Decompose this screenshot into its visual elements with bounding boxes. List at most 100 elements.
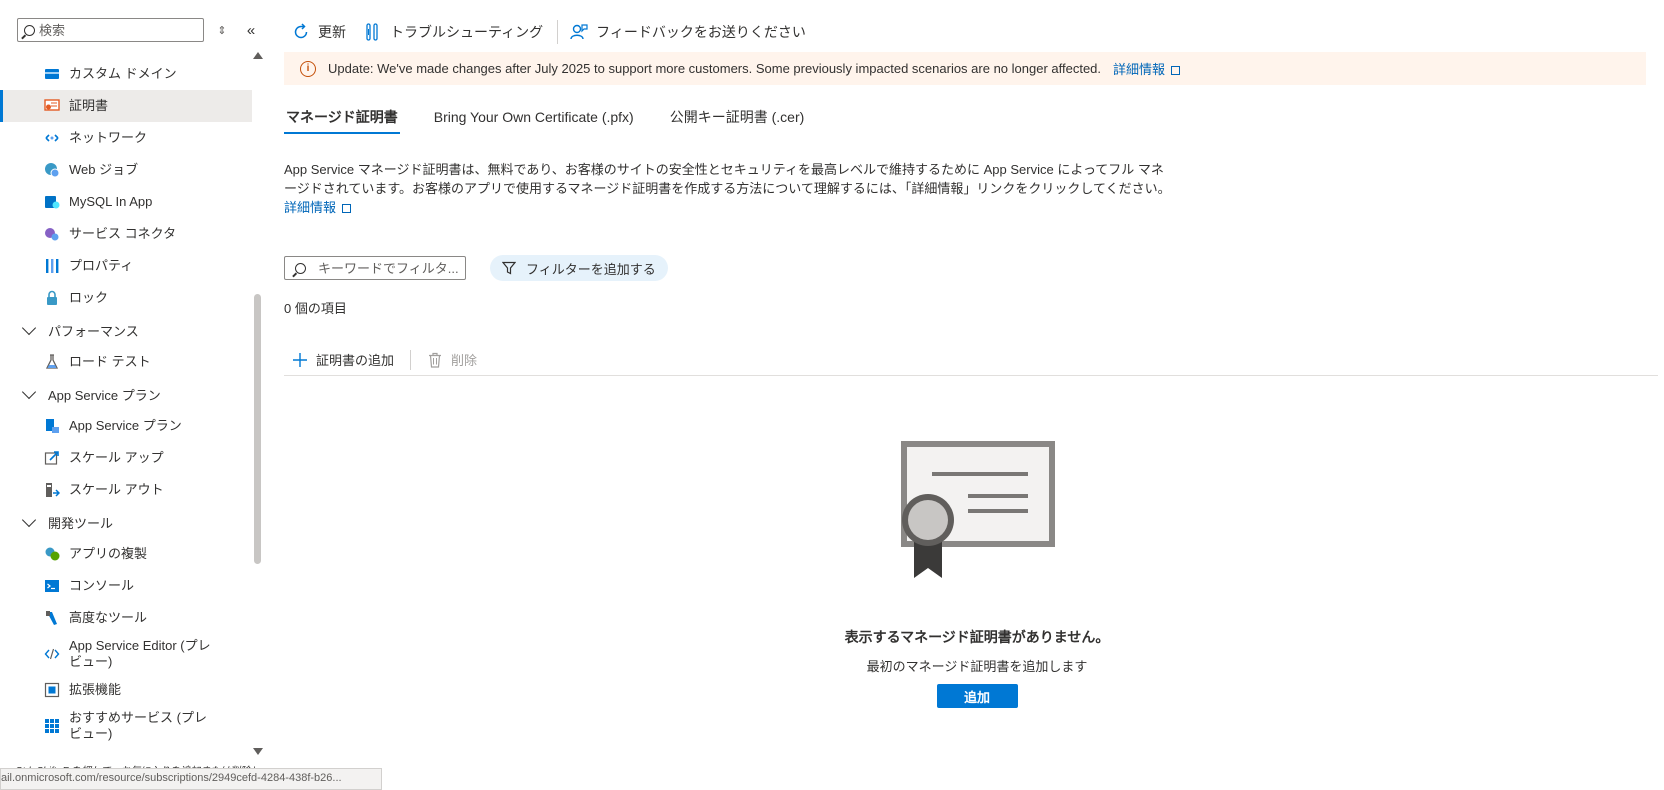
tab-bring-your-own-certificate[interactable]: Bring Your Own Certificate (.pfx) <box>432 100 636 134</box>
keyword-filter-box[interactable] <box>284 256 468 280</box>
tab-managed-certificates[interactable]: マネージド証明書 <box>284 100 400 134</box>
command-toolbar: 更新 トラブルシューティング フィードバックをお送りください <box>284 16 816 48</box>
menu-group-app-service-plan[interactable]: App Service プラン <box>0 378 252 410</box>
keyword-filter-input[interactable] <box>318 260 468 276</box>
menu-group-performance[interactable]: パフォーマンス <box>0 314 252 346</box>
menu-group-label: App Service プラン <box>48 387 161 403</box>
menu-item-label: App Service プラン <box>69 418 182 433</box>
troubleshoot-label: トラブルシューティング <box>390 24 544 40</box>
add-certificate-label: 証明書の追加 <box>316 353 395 368</box>
menu-item-label: ロック <box>69 290 109 305</box>
custom-domain-icon <box>44 66 60 82</box>
menu-search-box[interactable] <box>17 18 204 42</box>
menu-group-label: 開発ツール <box>48 515 114 531</box>
menu-item-app-service-plan[interactable]: App Service プラン <box>0 410 252 442</box>
external-link-icon <box>1171 66 1181 75</box>
external-link-icon <box>342 204 352 213</box>
menu-search-input[interactable] <box>39 22 189 38</box>
webjobs-icon <box>44 162 60 178</box>
troubleshoot-button[interactable]: トラブルシューティング <box>356 16 553 48</box>
lock-icon <box>44 290 60 306</box>
menu-item-label: アプリの複製 <box>69 546 148 561</box>
resource-menu-sidebar: ⇕ « カスタム ドメイン 証明書 <box>0 0 263 790</box>
menu-item-lock[interactable]: ロック <box>0 282 252 314</box>
menu-item-label: 高度なツール <box>69 610 148 625</box>
banner-learn-more-link[interactable]: 詳細情報 <box>1113 59 1181 78</box>
refresh-button[interactable]: 更新 <box>284 16 356 48</box>
extensions-icon <box>44 682 60 698</box>
menu-item-network[interactable]: ネットワーク <box>0 122 252 154</box>
menu-item-label: サービス コネクタ <box>69 226 177 241</box>
item-count: 0 個の項目 <box>284 301 347 316</box>
menu-item-load-test[interactable]: ロード テスト <box>0 346 252 378</box>
menu-item-label: ロード テスト <box>69 354 151 369</box>
menu-group-dev-tools[interactable]: 開発ツール <box>0 506 252 538</box>
feedback-person-icon <box>570 23 588 41</box>
menu-item-properties[interactable]: プロパティ <box>0 250 252 282</box>
menu-item-label: Web ジョブ <box>69 162 139 177</box>
refresh-label: 更新 <box>318 24 346 40</box>
scroll-down-arrow-icon[interactable] <box>253 748 263 755</box>
network-icon <box>44 130 60 146</box>
tab-label: Bring Your Own Certificate (.pfx) <box>433 109 634 125</box>
resource-menu: カスタム ドメイン 証明書 ネットワーク Web ジョブ MySQL In Ap… <box>0 58 252 746</box>
properties-icon <box>44 258 60 274</box>
menu-item-label: ネットワーク <box>69 130 148 145</box>
certificate-command-bar: 証明書の追加 削除 <box>284 344 1658 376</box>
menu-item-service-connector[interactable]: サービス コネクタ <box>0 218 252 250</box>
add-filter-button[interactable]: フィルターを追加する <box>490 255 668 281</box>
menu-item-label: カスタム ドメイン <box>69 66 177 81</box>
plus-icon <box>292 352 308 368</box>
menu-item-extensions[interactable]: 拡張機能 <box>0 674 252 706</box>
add-certificate-button[interactable]: 証明書の追加 <box>284 346 402 374</box>
menu-item-label: プロパティ <box>69 258 134 273</box>
app-service-plan-icon <box>44 418 60 434</box>
info-icon: i <box>300 60 316 77</box>
managed-certificate-description: App Service マネージド証明書は、無料であり、お客様のサイトの安全性と… <box>284 160 1174 217</box>
scrollbar-thumb[interactable] <box>254 294 261 564</box>
clone-app-icon <box>44 546 60 562</box>
scale-up-icon <box>44 450 60 466</box>
toolbar-divider <box>557 20 559 44</box>
delete-label: 削除 <box>451 353 478 368</box>
menu-item-advanced-tools[interactable]: 高度なツール <box>0 602 252 634</box>
menu-item-label: App Service Editor (プレビュー) <box>69 638 211 669</box>
menu-item-mysql[interactable]: MySQL In App <box>0 186 252 218</box>
mysql-icon <box>44 194 60 210</box>
feedback-button[interactable]: フィードバックをお送りください <box>562 16 816 48</box>
menu-item-label: MySQL In App <box>69 194 153 209</box>
empty-state: 表示するマネージド証明書がありません。 最初のマネージド証明書を追加します 追加 <box>284 440 1664 708</box>
certificate-icon <box>44 98 60 114</box>
menu-item-scale-out[interactable]: スケール アウト <box>0 474 252 506</box>
scale-out-icon <box>44 482 60 498</box>
menu-item-webjobs[interactable]: Web ジョブ <box>0 154 252 186</box>
banner-link-label: 詳細情報 <box>1113 62 1166 77</box>
menu-item-certificates[interactable]: 証明書 <box>0 90 252 122</box>
tab-public-key-certificate[interactable]: 公開キー証明書 (.cer) <box>668 100 807 134</box>
trash-icon <box>427 352 443 368</box>
description-learn-more-link[interactable]: 詳細情報 <box>284 200 352 215</box>
menu-item-clone-app[interactable]: アプリの複製 <box>0 538 252 570</box>
menu-item-recommended-services[interactable]: おすすめサービス (プレビュー) <box>0 706 252 746</box>
tab-label: マネージド証明書 <box>286 109 398 125</box>
collapse-menu-button[interactable]: « <box>242 21 260 39</box>
service-connector-icon <box>44 226 60 242</box>
update-banner: i Update: We've made changes after July … <box>284 52 1646 85</box>
sidebar-scrollbar[interactable] <box>253 50 263 755</box>
sort-toggle-button[interactable]: ⇕ <box>213 21 231 39</box>
search-icon <box>24 24 35 36</box>
menu-item-label: 証明書 <box>69 98 109 113</box>
empty-state-title: 表示するマネージド証明書がありません。 <box>844 629 1110 645</box>
add-managed-certificate-button[interactable]: 追加 <box>936 684 1018 708</box>
delete-button[interactable]: 削除 <box>419 346 485 374</box>
menu-item-app-service-editor[interactable]: App Service Editor (プレビュー) <box>0 634 252 674</box>
menu-item-scale-up[interactable]: スケール アップ <box>0 442 252 474</box>
scroll-up-arrow-icon[interactable] <box>253 52 263 59</box>
sort-icon: ⇕ <box>217 24 227 37</box>
menu-item-label: 拡張機能 <box>69 682 122 697</box>
menu-item-custom-domain[interactable]: カスタム ドメイン <box>0 58 252 90</box>
advanced-tools-icon <box>44 610 60 626</box>
main-content: 更新 トラブルシューティング フィードバックをお送りください i Update:… <box>284 0 1658 790</box>
menu-item-console[interactable]: コンソール <box>0 570 252 602</box>
banner-text: Update: We've made changes after July 20… <box>328 61 1102 76</box>
